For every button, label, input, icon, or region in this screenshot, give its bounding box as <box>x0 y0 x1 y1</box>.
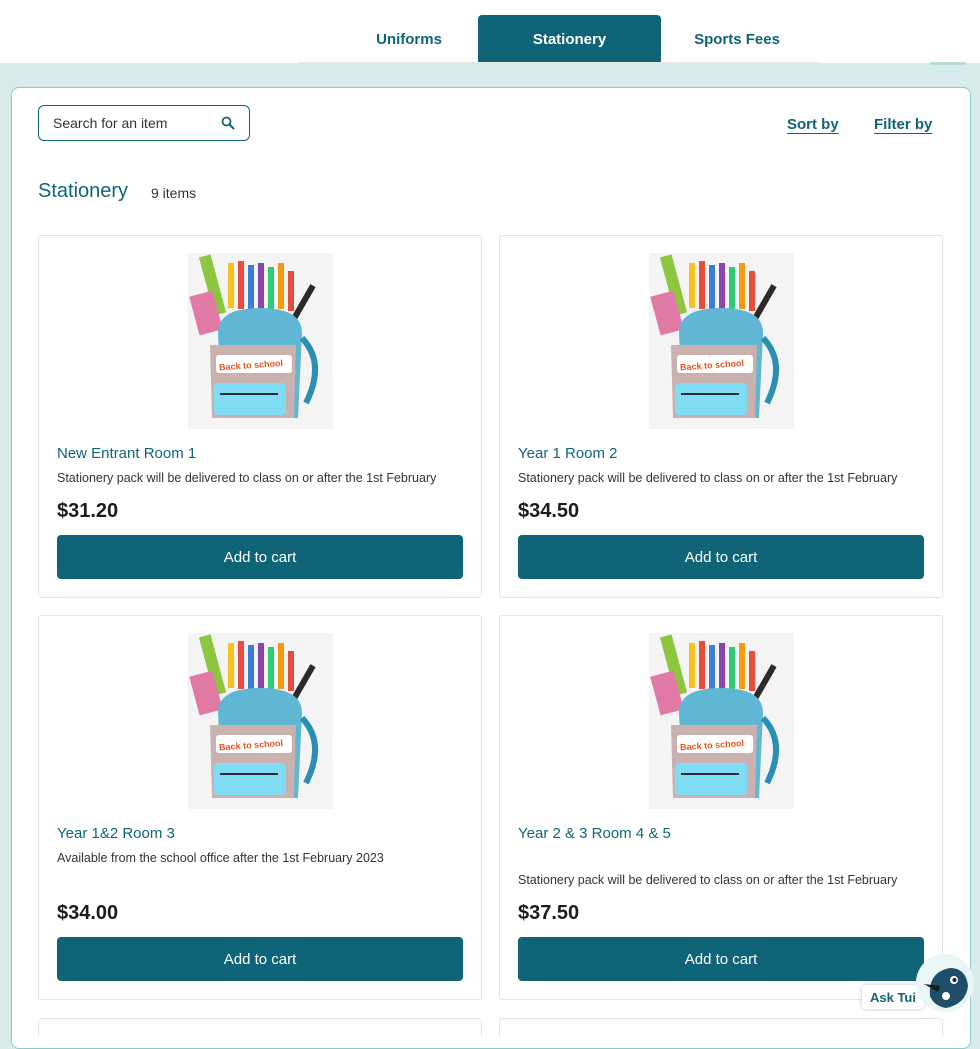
backpack-image: Back to school <box>188 253 333 429</box>
search-box[interactable] <box>38 105 250 141</box>
product-price: $37.50 <box>518 902 580 924</box>
add-to-cart-button[interactable]: Add to cart <box>57 937 463 981</box>
product-card: Back to school Year 1 Room 2 Stationery … <box>499 235 943 598</box>
add-to-cart-button[interactable]: Add to cart <box>57 535 463 579</box>
add-to-cart-button[interactable]: Add to cart <box>518 937 924 981</box>
tab-stationery[interactable]: Stationery <box>478 15 661 63</box>
product-description: Stationery pack will be delivered to cla… <box>57 471 437 485</box>
tab-divider <box>298 62 818 63</box>
product-card <box>499 1018 943 1038</box>
product-card: Back to school Year 1&2 Room 3 Available… <box>38 615 482 1000</box>
product-name[interactable]: New Entrant Room 1 <box>57 445 196 462</box>
product-name[interactable]: Year 1 Room 2 <box>518 445 618 462</box>
product-description: Stationery pack will be delivered to cla… <box>518 873 898 887</box>
sort-by-link[interactable]: Sort by <box>787 116 839 133</box>
top-nav: Uniforms Stationery Sports Fees <box>0 0 980 65</box>
product-price: $31.20 <box>57 500 119 522</box>
backpack-image: Back to school <box>188 633 333 809</box>
ask-tui-button[interactable]: Ask Tui <box>862 985 924 1009</box>
product-card <box>38 1018 482 1038</box>
item-count: 9 items <box>151 185 197 201</box>
section-title: Stationery <box>38 180 129 202</box>
backpack-image: Back to school <box>649 633 794 809</box>
filter-by-link[interactable]: Filter by <box>874 116 932 133</box>
product-name[interactable]: Year 1&2 Room 3 <box>57 825 175 842</box>
product-card: Back to school New Entrant Room 1 Statio… <box>38 235 482 598</box>
search-icon[interactable] <box>221 116 235 130</box>
search-input[interactable] <box>53 115 213 131</box>
product-card: Back to school Year 2 & 3 Room 4 & 5 Sta… <box>499 615 943 1000</box>
product-description: Available from the school office after t… <box>57 851 384 865</box>
product-description: Stationery pack will be delivered to cla… <box>518 471 898 485</box>
tab-uniforms[interactable]: Uniforms <box>342 15 476 63</box>
tab-divider-right <box>930 62 966 65</box>
add-to-cart-button[interactable]: Add to cart <box>518 535 924 579</box>
product-name[interactable]: Year 2 & 3 Room 4 & 5 <box>518 825 671 842</box>
product-price: $34.50 <box>518 500 580 522</box>
tui-bird-icon[interactable] <box>916 954 974 1012</box>
tab-sports-fees[interactable]: Sports Fees <box>663 15 811 63</box>
product-price: $34.00 <box>57 902 119 924</box>
backpack-image: Back to school <box>649 253 794 429</box>
